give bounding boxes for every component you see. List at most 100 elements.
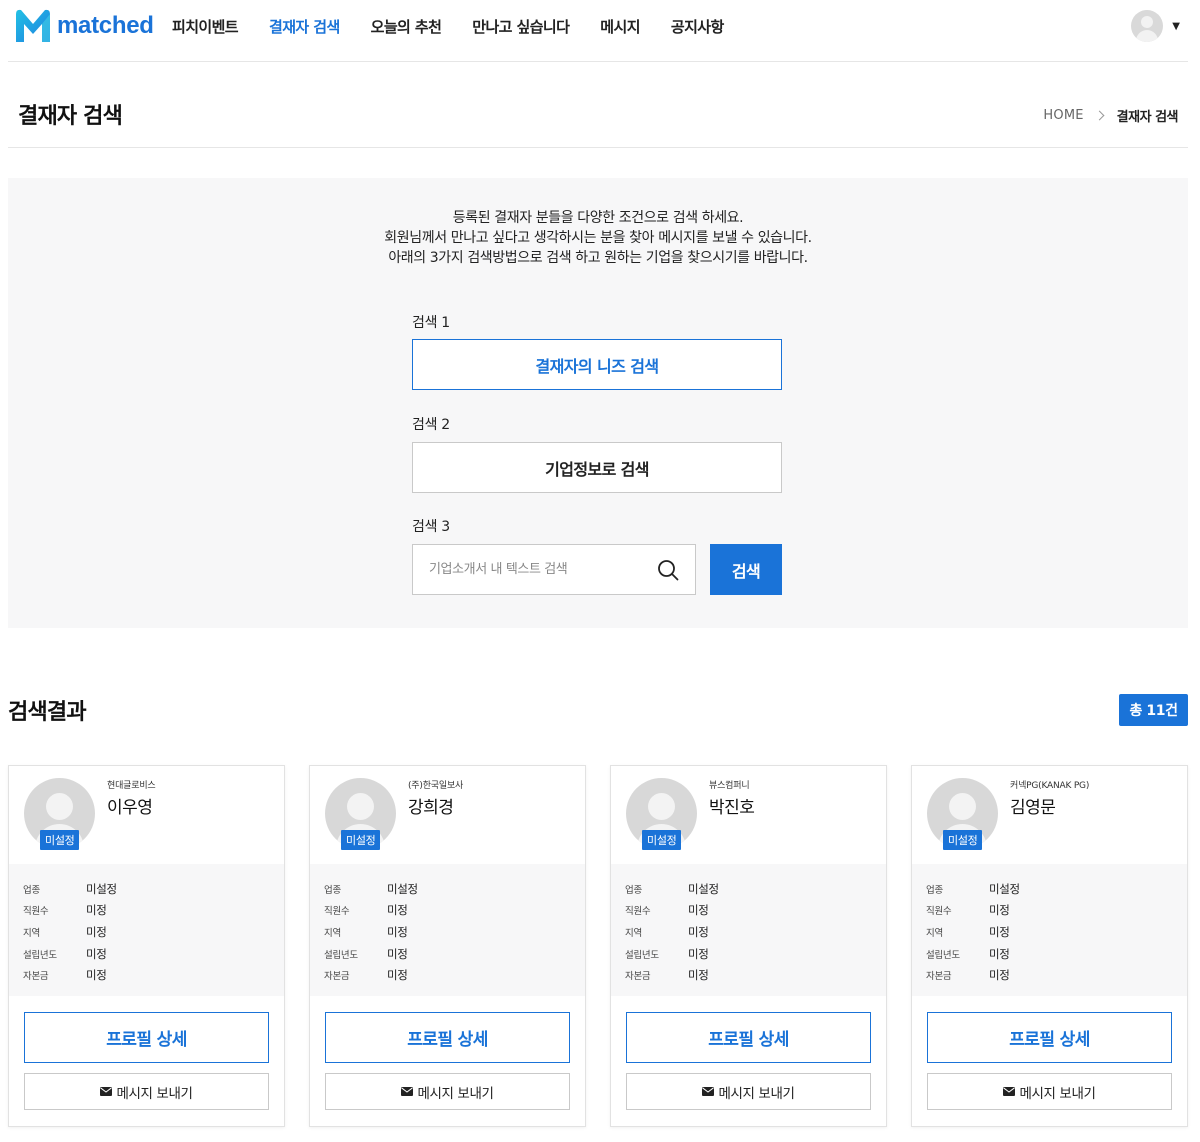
info-value: 미정 [688, 968, 709, 983]
card-profile-header: 미설정 커넥PG(KANAK PG) 김영문 [912, 766, 1187, 864]
info-value: 미정 [387, 903, 408, 918]
info-row-capital: 자본금 미정 [926, 964, 1187, 986]
logo[interactable]: matched [14, 8, 154, 44]
info-value: 미정 [387, 924, 408, 939]
company-name: 현대글로비스 [107, 781, 156, 791]
nav-item-want-to-meet[interactable]: 만나고 싶습니다 [472, 16, 570, 37]
info-row-founded: 설립년도 미정 [625, 943, 886, 965]
info-value: 미설정 [989, 881, 1020, 896]
profile-detail-button[interactable]: 프로필 상세 [24, 1012, 269, 1063]
info-value: 미정 [688, 903, 709, 918]
matched-logo-icon [16, 9, 50, 43]
info-label: 자본금 [23, 971, 49, 983]
info-label: 자본금 [324, 971, 350, 983]
intro-line-2: 회원님께서 만나고 싶다고 생각하시는 분을 찾아 메시지를 보낼 수 있습니다… [384, 230, 812, 246]
card-profile-header: 미설정 뷰스컴퍼니 박진호 [611, 766, 886, 864]
search2-label: 검색 2 [412, 417, 450, 433]
intro-line-1: 등록된 결재자 분들을 다양한 조건으로 검색 하세요. [452, 210, 744, 226]
company-name: (주)한국일보사 [408, 781, 464, 791]
info-label: 업종 [625, 884, 642, 896]
info-value: 미정 [86, 968, 107, 983]
text-search-input[interactable] [413, 545, 653, 594]
mail-icon [401, 1087, 414, 1096]
search-submit-button[interactable]: 검색 [710, 544, 782, 595]
nav-item-messages[interactable]: 메시지 [600, 16, 640, 37]
top-header: matched 피치이벤트 결재자 검색 오늘의 추천 만나고 싶습니다 메시지… [8, 0, 1188, 62]
main-nav: 피치이벤트 결재자 검색 오늘의 추천 만나고 싶습니다 메시지 공지사항 [172, 16, 755, 37]
send-message-button[interactable]: 메시지 보내기 [24, 1073, 269, 1110]
info-value: 미정 [86, 903, 107, 918]
info-row-industry: 업종 미설정 [926, 878, 1187, 900]
send-message-button[interactable]: 메시지 보내기 [927, 1073, 1172, 1110]
profile-detail-button[interactable]: 프로필 상세 [927, 1012, 1172, 1063]
mail-icon [702, 1087, 715, 1096]
search-icon[interactable] [657, 559, 679, 581]
info-value: 미정 [989, 903, 1010, 918]
info-label: 자본금 [926, 971, 952, 983]
info-row-industry: 업종 미설정 [23, 878, 284, 900]
info-label: 직원수 [324, 906, 350, 918]
card-profile-header: 미설정 (주)한국일보사 강희경 [310, 766, 585, 864]
info-value: 미설정 [688, 881, 719, 896]
total-count-badge: 총 11건 [1119, 694, 1188, 726]
nav-item-pitch-event[interactable]: 피치이벤트 [172, 16, 239, 37]
nav-item-notice[interactable]: 공지사항 [671, 16, 724, 37]
nav-item-today-recommend[interactable]: 오늘의 추천 [371, 16, 442, 37]
info-row-region: 지역 미정 [926, 921, 1187, 943]
result-card: 미설정 현대글로비스 이우영 업종 미설정 직원수 미정 지역 미정 설립년도 미정 자… [8, 765, 285, 1127]
company-name: 뷰스컴퍼니 [709, 781, 750, 791]
info-row-employees: 직원수 미정 [926, 900, 1187, 922]
info-label: 설립년도 [324, 949, 358, 961]
status-badge: 미설정 [943, 830, 983, 850]
info-label: 지역 [324, 927, 341, 939]
page-title: 결재자 검색 [18, 104, 123, 129]
info-row-employees: 직원수 미정 [625, 900, 886, 922]
profile-detail-button[interactable]: 프로필 상세 [325, 1012, 570, 1063]
person-name: 박진호 [709, 798, 755, 818]
profile-detail-button[interactable]: 프로필 상세 [626, 1012, 871, 1063]
search-panel: 등록된 결재자 분들을 다양한 조건으로 검색 하세요. 회원님께서 만나고 싶… [8, 178, 1188, 628]
breadcrumb: HOME 결재자 검색 [1043, 106, 1178, 125]
card-info: 업종 미설정 직원수 미정 지역 미정 설립년도 미정 자본금 미정 [9, 864, 284, 996]
info-value: 미정 [387, 946, 408, 961]
person-name: 강희경 [408, 798, 454, 818]
info-row-founded: 설립년도 미정 [324, 943, 585, 965]
status-badge: 미설정 [341, 830, 381, 850]
info-value: 미정 [989, 924, 1010, 939]
info-value: 미정 [86, 924, 107, 939]
chevron-down-icon[interactable]: ▼ [1172, 21, 1180, 32]
send-message-button[interactable]: 메시지 보내기 [626, 1073, 871, 1110]
info-value: 미설정 [387, 881, 418, 896]
result-card: 미설정 (주)한국일보사 강희경 업종 미설정 직원수 미정 지역 미정 설립년도 미정… [309, 765, 586, 1127]
logo-text: matched [57, 12, 154, 39]
info-label: 지역 [23, 927, 40, 939]
breadcrumb-home[interactable]: HOME [1043, 108, 1083, 123]
info-label: 업종 [324, 884, 341, 896]
info-label: 설립년도 [23, 949, 57, 961]
needs-search-button[interactable]: 결재자의 니즈 검색 [412, 339, 782, 390]
text-search-field [412, 544, 696, 595]
info-value: 미정 [989, 968, 1010, 983]
info-row-industry: 업종 미설정 [324, 878, 585, 900]
info-row-capital: 자본금 미정 [23, 964, 284, 986]
nav-item-approver-search[interactable]: 결재자 검색 [269, 16, 340, 37]
search1-label: 검색 1 [412, 315, 450, 331]
info-row-industry: 업종 미설정 [625, 878, 886, 900]
info-row-employees: 직원수 미정 [23, 900, 284, 922]
info-row-capital: 자본금 미정 [324, 964, 585, 986]
card-info: 업종 미설정 직원수 미정 지역 미정 설립년도 미정 자본금 미정 [310, 864, 585, 996]
mail-icon [100, 1087, 113, 1096]
search3-label: 검색 3 [412, 519, 450, 535]
info-row-founded: 설립년도 미정 [23, 943, 284, 965]
info-value: 미정 [387, 968, 408, 983]
info-label: 업종 [926, 884, 943, 896]
company-info-search-button[interactable]: 기업정보로 검색 [412, 442, 782, 493]
send-message-label: 메시지 보내기 [116, 1085, 193, 1102]
chevron-right-icon [1094, 110, 1105, 121]
send-message-button[interactable]: 메시지 보내기 [325, 1073, 570, 1110]
user-menu[interactable]: ▼ [1131, 10, 1180, 42]
page-title-bar: 결재자 검색 HOME 결재자 검색 [8, 62, 1188, 148]
person-name: 김영문 [1010, 798, 1056, 818]
info-label: 직원수 [926, 906, 952, 918]
user-avatar-icon[interactable] [1131, 10, 1164, 42]
